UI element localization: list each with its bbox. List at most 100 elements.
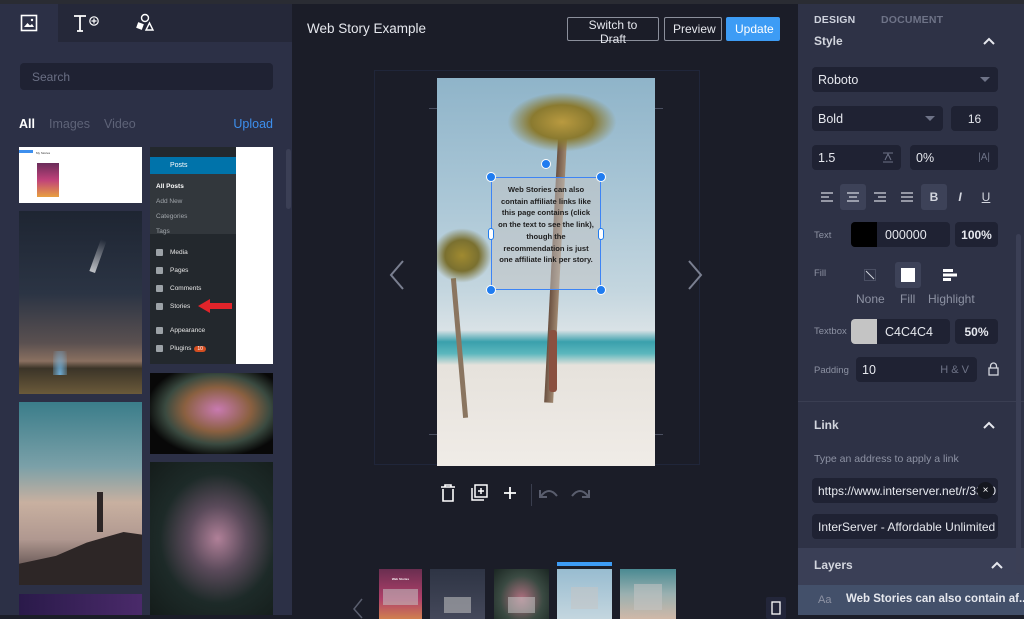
line-height-input[interactable]: 1.5 (812, 145, 901, 170)
fill-highlight-button[interactable] (937, 262, 963, 288)
layers-section-title: Layers (814, 558, 853, 572)
fill-fill-button[interactable] (895, 262, 921, 288)
filmstrip-page-3[interactable] (494, 569, 549, 619)
align-center-button[interactable] (840, 184, 866, 210)
rock-silhouette (19, 532, 142, 585)
tab-shapes[interactable] (116, 4, 174, 42)
design-panel: DESIGN DOCUMENT Style Roboto Bold 16 1.5… (798, 4, 1024, 615)
padding-value: 10 (862, 362, 876, 377)
fill-fill-label[interactable]: Fill (900, 292, 915, 306)
resize-handle-left[interactable] (488, 228, 494, 240)
screenshot-detail (19, 150, 33, 153)
filter-all[interactable]: All (19, 117, 35, 131)
textbox-color-swatch[interactable] (851, 319, 877, 344)
fill-none-label[interactable]: None (856, 292, 885, 306)
clear-link-icon[interactable]: × (977, 482, 994, 499)
library-scrollbar[interactable] (286, 149, 291, 209)
padding-input[interactable]: 10 H & V (856, 357, 977, 382)
underline-button[interactable]: U (973, 184, 999, 210)
style-collapse-chevron-icon[interactable] (983, 37, 995, 45)
align-right-button[interactable] (867, 184, 893, 210)
media-item-dashboard-screenshot[interactable]: My Stories (19, 147, 142, 203)
tab-design[interactable]: DESIGN (814, 14, 855, 26)
fill-highlight-label[interactable]: Highlight (928, 292, 975, 306)
library-panel: All Images Video Upload My Stories Posts… (0, 4, 292, 615)
highlight-icon (943, 269, 957, 281)
section-divider (798, 401, 1024, 402)
letter-spacing-input[interactable]: 0% |A| (910, 145, 998, 170)
text-color-swatch[interactable] (851, 222, 877, 247)
tab-media[interactable] (0, 4, 58, 42)
filmstrip-page-5[interactable] (620, 569, 676, 619)
align-left-button[interactable] (814, 184, 840, 210)
filmstrip-prev-arrow-icon[interactable] (352, 598, 364, 619)
text-layer-icon: Aa (818, 594, 832, 606)
guide-mark (655, 434, 663, 435)
filter-images[interactable]: Images (49, 117, 90, 131)
duplicate-page-button[interactable] (468, 482, 490, 504)
media-item-forest-stars[interactable] (150, 462, 273, 615)
font-size-input[interactable]: 16 (951, 106, 998, 131)
text-opacity-input[interactable]: 100% (955, 222, 998, 247)
italic-button[interactable]: I (947, 184, 973, 210)
undo-button[interactable] (538, 482, 560, 504)
filmstrip-page-4-active[interactable] (557, 569, 612, 619)
add-page-button[interactable] (499, 482, 521, 504)
layer-label: Web Stories can also contain af... (846, 593, 1024, 605)
tab-document[interactable]: DOCUMENT (881, 14, 943, 26)
guide-mark (429, 108, 437, 109)
selected-text-element[interactable]: Web Stories can also contain affiliate l… (491, 177, 601, 290)
no-fill-icon (864, 269, 876, 281)
bold-button[interactable]: B (921, 184, 947, 210)
text-color-input[interactable]: 000000 (851, 222, 950, 247)
resize-handle-bottom-right[interactable] (596, 285, 606, 295)
next-page-arrow-icon[interactable] (684, 259, 704, 291)
media-item-comet-night[interactable] (19, 211, 142, 394)
delete-icon (441, 484, 455, 502)
rotate-handle[interactable] (541, 159, 551, 169)
layers-collapse-chevron-icon[interactable] (991, 561, 1003, 569)
upload-link[interactable]: Upload (233, 117, 273, 131)
filmstrip-page-2[interactable] (430, 569, 485, 619)
active-page-indicator (557, 562, 612, 566)
link-url-input[interactable]: https://www.interserver.net/r/3310 × (812, 478, 998, 503)
link-collapse-chevron-icon[interactable] (983, 421, 995, 429)
padding-lock-icon[interactable] (988, 362, 999, 376)
filter-video[interactable]: Video (104, 117, 136, 131)
fill-none-button[interactable] (857, 262, 883, 288)
media-item-galaxy-purple[interactable] (19, 594, 142, 615)
align-justify-button[interactable] (894, 184, 920, 210)
tab-text[interactable] (58, 4, 116, 42)
textbox-color-value: C4C4C4 (885, 324, 933, 339)
resize-handle-right[interactable] (598, 228, 604, 240)
thumb-textbox (570, 587, 599, 609)
layer-item[interactable]: Aa Web Stories can also contain af... (798, 585, 1024, 615)
redo-button[interactable] (569, 482, 591, 504)
textbox-color-input[interactable]: C4C4C4 (851, 319, 950, 344)
resize-handle-top-right[interactable] (596, 172, 606, 182)
device-preview-button[interactable] (766, 597, 786, 619)
font-family-select[interactable]: Roboto (812, 67, 998, 92)
wp-sub-add-new: Add New (156, 198, 183, 205)
previous-page-arrow-icon[interactable] (388, 259, 408, 291)
link-hint: Type an address to apply a link (814, 453, 959, 465)
delete-button[interactable] (437, 482, 459, 504)
wp-media-icon (156, 249, 163, 256)
link-description-input[interactable]: InterServer - Affordable Unlimited (812, 514, 998, 539)
media-search-input[interactable] (20, 63, 273, 90)
media-item-milky-way-dome[interactable] (150, 373, 273, 454)
filmstrip-page-1[interactable]: Web Stories (379, 569, 422, 619)
wp-comments-icon (156, 285, 163, 292)
wp-menu-appearance: Appearance (170, 327, 206, 334)
textbox-opacity-input[interactable]: 50% (955, 319, 998, 344)
media-item-mountain-person[interactable] (19, 402, 142, 585)
switch-to-draft-button[interactable]: Switch to Draft (567, 17, 659, 46)
preview-button[interactable]: Preview (664, 17, 722, 41)
update-button[interactable]: Update (726, 17, 780, 41)
font-weight-select[interactable]: Bold (812, 106, 943, 131)
resize-handle-bottom-left[interactable] (486, 285, 496, 295)
media-item-wp-menu-screenshot[interactable]: Posts All Posts Add New Categories Tags … (150, 147, 273, 364)
style-section-title: Style (814, 34, 843, 48)
resize-handle-top-left[interactable] (486, 172, 496, 182)
design-panel-scrollbar[interactable] (1016, 234, 1021, 574)
